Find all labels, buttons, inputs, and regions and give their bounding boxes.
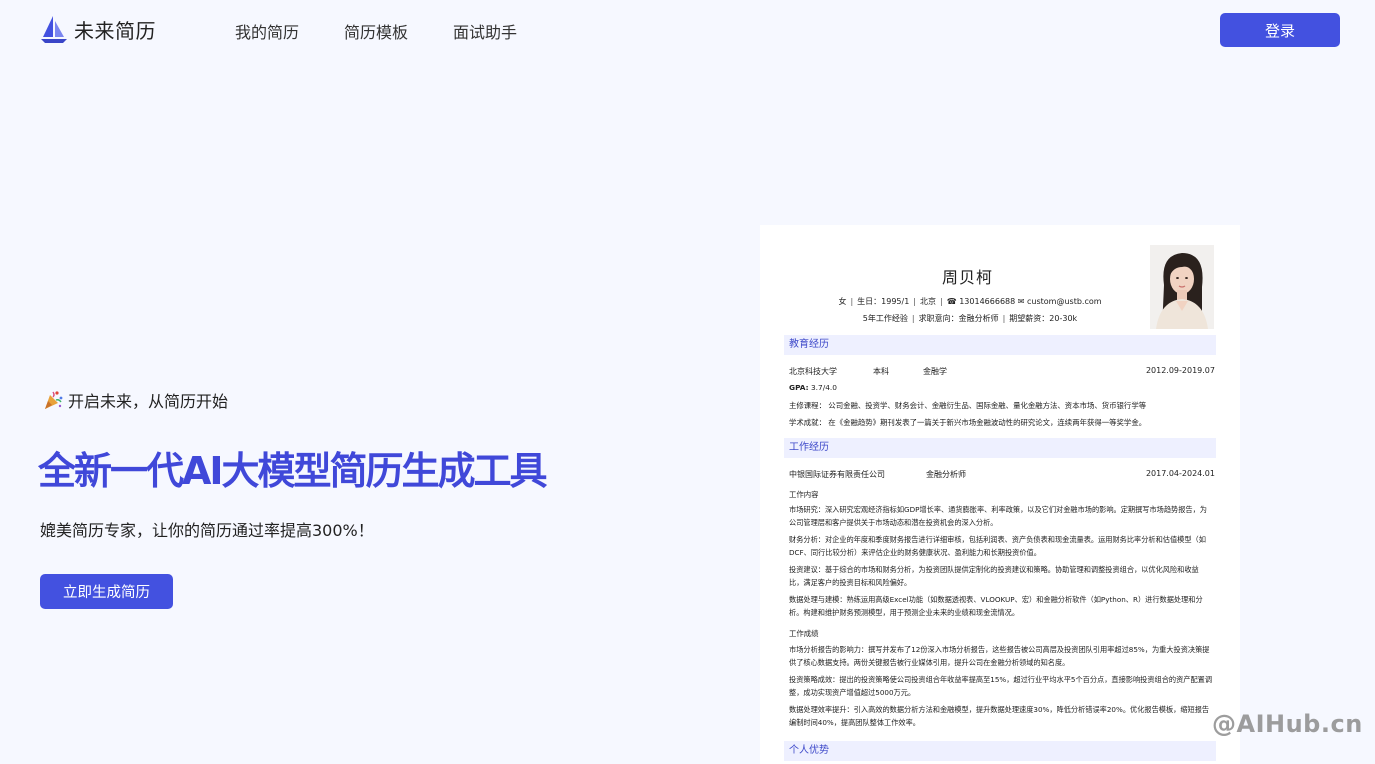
resume-contact-line: 女 | 生日：1995/1 | 北京 | ☎ 13014666688 ✉ custom@us… (838, 297, 1102, 306)
watermark: @AIHub.cn (1212, 710, 1363, 738)
duty-item: 数据处理与建模：熟练运用高级Excel功能（如数据透视表、VLOOKUP、宏）和… (789, 595, 1203, 617)
gpa-value: 3.7/4.0 (810, 383, 837, 392)
company-name: 中银国际证券有限责任公司 (789, 470, 885, 479)
resume-birth: 生日：1995/1 (857, 297, 910, 306)
generate-resume-button[interactable]: 立即生成简历 (40, 574, 173, 609)
resume-experience: 5年工作经验 (862, 314, 908, 323)
duty-item: 市场研究：深入研究宏观经济指标如GDP增长率、通货膨胀率、利率政策，以及它们对金… (789, 505, 1207, 527)
resume-name: 周贝柯 (941, 268, 993, 287)
resume-email: custom@ustb.com (1027, 297, 1102, 306)
top-navigation-bar: 未来简历 我的简历 简历模板 面试助手 登录 (0, 0, 1375, 62)
sailboat-icon (41, 16, 67, 43)
main-nav: 我的简历 简历模板 面试助手 (235, 19, 562, 43)
envelope-icon: ✉ (1017, 297, 1025, 306)
hero-subtitle: 媲美简历专家，让你的简历通过率提高300%！ (40, 521, 374, 540)
section-work: 工作经历 (784, 438, 1216, 458)
nav-interview-assistant[interactable]: 面试助手 (453, 19, 517, 43)
resume-gender: 女 (838, 297, 847, 306)
degree: 本科 (873, 367, 889, 376)
hero-kicker: 开启未来，从简历开始 (42, 388, 228, 412)
education-row: 北京科技大学 本科 金融学 2012.09-2019.07 (789, 366, 1215, 377)
phone-icon: ☎ (946, 297, 957, 306)
resume-phone: 13014666688 (959, 297, 1016, 306)
education-period: 2012.09-2019.07 (1145, 366, 1215, 375)
gpa-line: GPA: 3.7/4.0 (789, 383, 837, 392)
resume-intent: 求职意向：金融分析师 (918, 314, 999, 323)
hero-kicker-text: 开启未来，从简历开始 (68, 392, 229, 411)
courses: 主修课程： 公司金融、投资学、财务会计、金融衍生品、国际金融、量化金融方法、资本… (789, 401, 1147, 410)
section-education: 教育经历 (784, 335, 1216, 355)
resume-salary: 期望薪资：20-30k (1009, 314, 1078, 323)
work-results-label: 工作成绩 (789, 629, 819, 638)
party-popper-icon (45, 391, 63, 409)
academic-achievements: 学术成就： 在《金融趋势》期刊发表了一篇关于新兴市场金融波动性的研究论文，连续两… (789, 418, 1147, 427)
resume-intent-line: 5年工作经验 | 求职意向：金融分析师 | 期望薪资：20-30k (862, 314, 1078, 323)
work-period: 2017.04-2024.01 (1145, 469, 1215, 478)
nav-resume-templates[interactable]: 简历模板 (344, 19, 408, 43)
duty-item: 财务分析：对企业的年度和季度财务报告进行详细审核，包括利润表、资产负债表和现金流… (789, 535, 1206, 557)
resume-preview: 周贝柯 女 | 生日：1995/1 | 北京 | ☎ 13014666688 ✉ custo… (760, 225, 1240, 764)
brand-logo[interactable]: 未来简历 (40, 14, 156, 44)
major: 金融学 (923, 367, 947, 376)
result-item: 投资策略成效：提出的投资策略使公司投资组合年收益率提高至15%，超过行业平均水平… (789, 675, 1213, 697)
resume-city: 北京 (920, 297, 936, 306)
hero-title: 全新一代AI大模型简历生成工具 (38, 449, 548, 493)
section-advantages: 个人优势 (784, 741, 1216, 761)
resume-photo (1150, 245, 1214, 329)
work-content-label: 工作内容 (789, 490, 819, 499)
nav-my-resume[interactable]: 我的简历 (235, 19, 299, 43)
result-item: 市场分析报告的影响力：撰写并发布了12份深入市场分析报告，这些报告被公司高层及投… (789, 645, 1210, 667)
login-button[interactable]: 登录 (1220, 13, 1340, 47)
brand-name: 未来简历 (74, 18, 156, 43)
duty-item: 投资建议：基于综合的市场和财务分析，为投资团队提供定制化的投资建议和策略。协助管… (789, 565, 1199, 587)
school-name: 北京科技大学 (789, 367, 837, 376)
work-row: 中银国际证券有限责任公司 金融分析师 2017.04-2024.01 (789, 469, 1215, 480)
job-position: 金融分析师 (926, 470, 966, 479)
gpa-label: GPA: (789, 383, 809, 392)
result-item: 数据处理效率提升：引入高效的数据分析方法和金融模型，提升数据处理速度30%，降低… (789, 705, 1210, 727)
